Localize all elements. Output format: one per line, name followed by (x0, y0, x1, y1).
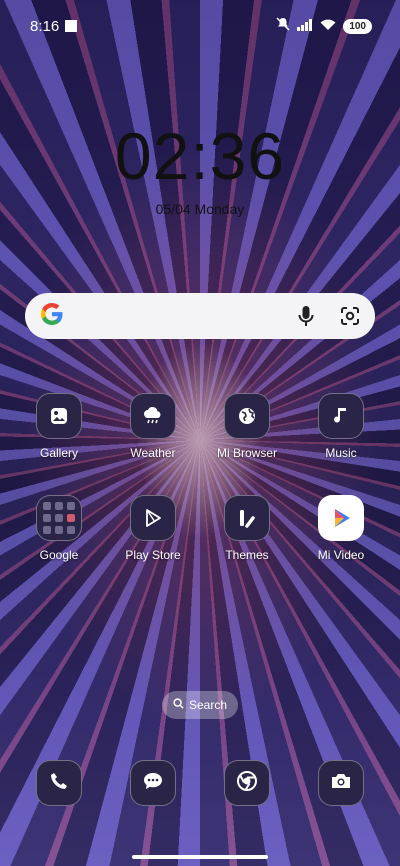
status-bar: 8:16 100 (0, 0, 400, 52)
app-search-button[interactable]: Search (162, 691, 238, 719)
battery-indicator: 100 (343, 18, 372, 34)
app-mi-browser[interactable]: Mi Browser (202, 393, 292, 460)
lens-icon[interactable] (339, 305, 361, 327)
messages-icon (142, 771, 164, 796)
status-left: 8:16 (30, 17, 78, 35)
app-google-folder[interactable]: Google (14, 495, 104, 562)
signal-icon (297, 18, 313, 35)
app-music[interactable]: Music (296, 393, 386, 460)
weather-icon (130, 393, 176, 439)
folder-preview (43, 502, 75, 534)
google-g-logo (39, 301, 65, 332)
app-themes[interactable]: Themes (202, 495, 292, 562)
globe-icon (224, 393, 270, 439)
notification-icon (65, 20, 78, 32)
mi-video-icon (318, 495, 364, 541)
dock-chrome[interactable] (224, 760, 270, 806)
app-weather[interactable]: Weather (108, 393, 198, 460)
status-time: 8:16 (30, 17, 60, 35)
app-label: Mi Video (317, 548, 365, 562)
app-label: Play Store (125, 548, 181, 562)
themes-icon (224, 495, 270, 541)
app-label: Themes (225, 548, 269, 562)
search-icon (173, 698, 184, 712)
app-label: Weather (130, 446, 176, 460)
app-gallery[interactable]: Gallery (14, 393, 104, 460)
date-label: 05/04 Monday (155, 201, 245, 217)
app-mi-video[interactable]: Mi Video (296, 495, 386, 562)
clock-widget[interactable]: 02:36 (0, 118, 400, 194)
google-search-bar[interactable] (25, 293, 375, 339)
camera-icon (330, 772, 352, 795)
dock-messages[interactable] (130, 760, 176, 806)
folder-icon (36, 495, 82, 541)
play-store-icon (130, 495, 176, 541)
status-right: 100 (276, 17, 372, 35)
search-pill-label: Search (188, 698, 228, 712)
app-play-store[interactable]: Play Store (108, 495, 198, 562)
phone-icon (49, 771, 69, 796)
music-note-icon (318, 393, 364, 439)
app-label: Music (325, 446, 357, 460)
app-label: Google (39, 548, 79, 562)
dock-phone[interactable] (36, 760, 82, 806)
bell-off-icon (276, 17, 290, 35)
home-indicator[interactable] (132, 855, 268, 859)
app-label: Mi Browser (216, 446, 277, 460)
gallery-icon (36, 393, 82, 439)
wifi-icon (320, 18, 336, 35)
chrome-icon (236, 770, 258, 797)
dock-camera[interactable] (318, 760, 364, 806)
app-label: Gallery (39, 446, 78, 460)
mic-icon[interactable] (295, 305, 317, 327)
